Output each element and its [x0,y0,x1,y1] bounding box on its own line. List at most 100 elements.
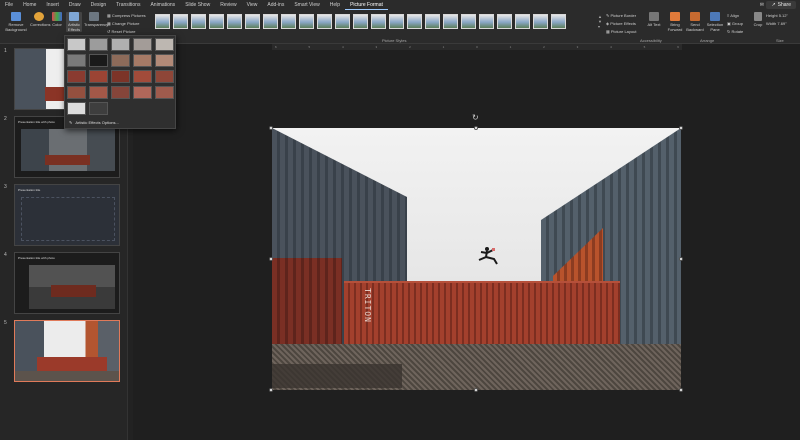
resize-handle-top-right[interactable] [679,126,683,130]
artistic-effects-dropdown: ✎ Artistic Effects Options... [64,35,176,129]
tab-view[interactable]: View [242,0,263,10]
comments-icon[interactable]: ✉ [760,2,764,8]
bring-forward-icon [670,12,680,21]
effect-option[interactable] [89,70,108,83]
crop-button[interactable]: Crop [752,12,764,27]
effect-option[interactable] [155,54,174,67]
change-picture-button[interactable]: ▦ Change Picture [107,20,146,28]
picture-style-thumb[interactable] [389,14,404,29]
resize-handle-bottom-left[interactable] [269,388,273,392]
transparency-button[interactable]: Transparency [84,12,108,27]
tab-add-ins[interactable]: Add-ins [262,0,289,10]
effect-option[interactable] [67,54,86,67]
picture-style-thumb[interactable] [479,14,494,29]
menu-bar: File Home Insert Draw Design Transitions… [0,0,800,10]
rotate-button[interactable]: ↻ Rotate [727,28,743,36]
tab-file[interactable]: File [0,0,18,10]
share-button[interactable]: ↗ Share [766,1,796,9]
picture-style-thumb[interactable] [515,14,530,29]
effect-option[interactable] [155,38,174,51]
tab-draw[interactable]: Draw [64,0,86,10]
height-field[interactable]: 5.12" [779,13,788,18]
effect-option[interactable] [89,38,108,51]
artistic-effects-button[interactable]: Artistic Effects [66,12,82,32]
effect-option[interactable] [155,86,174,99]
picture-effects-button[interactable]: ◈ Picture Effects [606,20,636,28]
tab-insert[interactable]: Insert [41,0,64,10]
tab-animations[interactable]: Animations [145,0,180,10]
resize-handle-left[interactable] [269,257,273,261]
picture-style-thumb[interactable] [263,14,278,29]
picture-style-thumb[interactable] [461,14,476,29]
picture-style-thumb[interactable] [533,14,548,29]
tab-slide-show[interactable]: Slide Show [180,0,215,10]
effect-option[interactable] [111,86,130,99]
width-field[interactable]: 7.69" [777,21,786,26]
slide-thumbnail-3[interactable]: Presentation title [14,184,120,246]
effect-option[interactable] [89,54,108,67]
picture-style-thumb[interactable] [353,14,368,29]
effect-option[interactable] [111,70,130,83]
tab-transitions[interactable]: Transitions [111,0,145,10]
picture-style-thumb[interactable] [191,14,206,29]
picture-style-thumb[interactable] [209,14,224,29]
selected-picture[interactable]: TRITON [272,128,681,390]
effect-option[interactable] [67,102,86,115]
effect-option[interactable] [133,38,152,51]
effect-option[interactable] [89,86,108,99]
artistic-effects-options-item[interactable]: ✎ Artistic Effects Options... [69,120,119,125]
selection-pane-button[interactable]: Selection Pane [706,12,724,32]
compress-pictures-button[interactable]: ▦ Compress Pictures [107,12,146,20]
effect-option[interactable] [133,54,152,67]
group-button[interactable]: ▣ Group [727,20,743,28]
picture-border-button[interactable]: ✎ Picture Border [606,12,636,20]
send-backward-button[interactable]: Send Backward [686,12,704,32]
picture-style-thumb[interactable] [299,14,314,29]
gallery-scroll[interactable]: ▲ ▼ ▾ [598,14,604,29]
alt-text-button[interactable]: Alt Text [646,12,662,27]
rotate-handle-icon[interactable]: ↻ [472,113,479,122]
effect-option[interactable] [155,70,174,83]
color-button[interactable]: Color [50,12,64,27]
resize-handle-top[interactable] [474,126,478,130]
resize-handle-right[interactable] [679,257,683,261]
resize-handle-bottom[interactable] [474,388,478,392]
picture-style-thumb[interactable] [551,14,566,29]
slide-thumbnail-5[interactable] [14,320,120,382]
tab-design[interactable]: Design [86,0,112,10]
effect-option[interactable] [133,86,152,99]
picture-layout-button[interactable]: ▦ Picture Layout [606,28,636,36]
picture-style-thumb[interactable] [227,14,242,29]
align-button[interactable]: ≡ Align [727,12,743,20]
remove-background-button[interactable]: Remove Background [4,12,28,32]
effect-option-none[interactable] [67,38,86,51]
corrections-button[interactable]: Corrections [30,12,50,27]
bring-forward-button[interactable]: Bring Forward [666,12,684,32]
slide-thumbnail-4[interactable]: Presentation title with photo [14,252,120,314]
effect-option[interactable] [89,102,108,115]
effect-option[interactable] [133,70,152,83]
picture-style-thumb[interactable] [173,14,188,29]
picture-style-thumb[interactable] [425,14,440,29]
tab-review[interactable]: Review [215,0,241,10]
effect-option[interactable] [67,86,86,99]
picture-style-thumb[interactable] [317,14,332,29]
effect-option[interactable] [111,38,130,51]
ruler-tick: 2 [543,45,545,49]
picture-style-thumb[interactable] [245,14,260,29]
picture-style-thumb[interactable] [497,14,512,29]
effect-option[interactable] [111,54,130,67]
picture-style-thumb[interactable] [443,14,458,29]
picture-style-thumb[interactable] [335,14,350,29]
picture-style-thumb[interactable] [281,14,296,29]
resize-handle-top-left[interactable] [269,126,273,130]
picture-style-thumb[interactable] [407,14,422,29]
picture-style-thumb[interactable] [155,14,170,29]
tab-help[interactable]: Help [325,0,345,10]
resize-handle-bottom-right[interactable] [679,388,683,392]
effect-option[interactable] [67,70,86,83]
tab-picture-format[interactable]: Picture Format [345,0,388,10]
tab-home[interactable]: Home [18,0,41,10]
picture-style-thumb[interactable] [371,14,386,29]
tab-smart-view[interactable]: Smart View [289,0,324,10]
